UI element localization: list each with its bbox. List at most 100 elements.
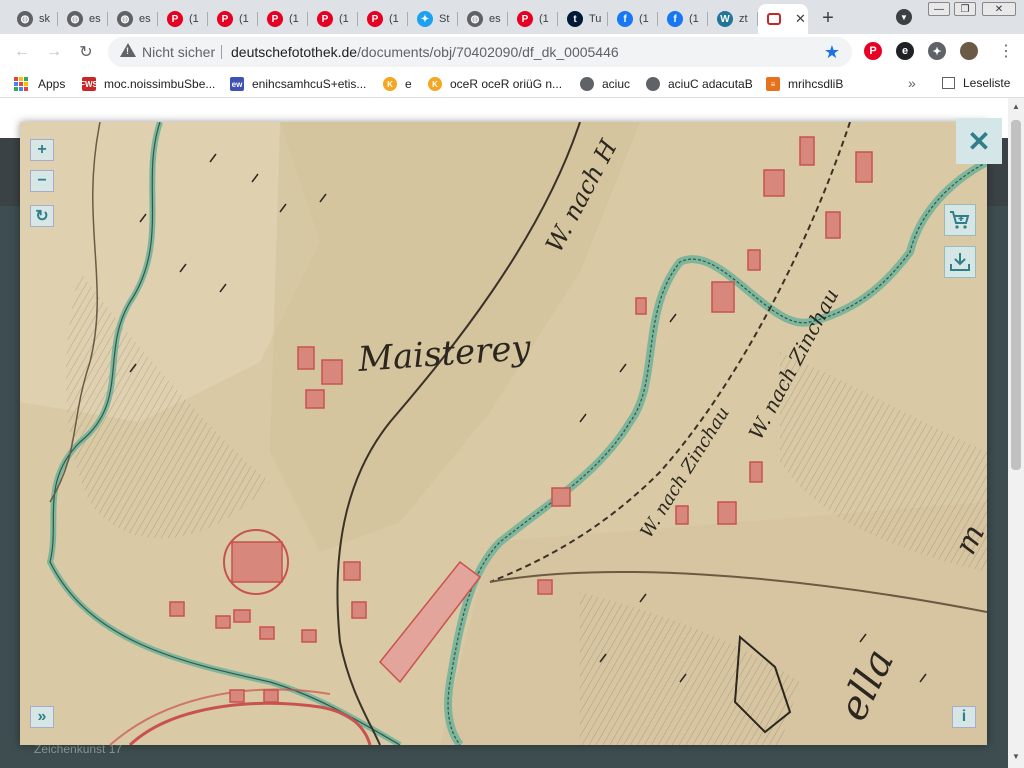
tab-11[interactable]: t Tu: [558, 4, 608, 34]
tab-6[interactable]: P (1: [308, 4, 358, 34]
chrome-menu-icon[interactable]: ⋮: [998, 41, 1014, 61]
tab-0[interactable]: ◍ sk: [8, 4, 58, 34]
pinterest-icon: P: [267, 11, 283, 27]
info-button[interactable]: i: [952, 706, 976, 728]
zoom-out-button[interactable]: −: [30, 170, 54, 192]
tab-10[interactable]: P (1: [508, 4, 558, 34]
bookmark-label: Apps: [38, 77, 66, 91]
scroll-up-icon[interactable]: ▲: [1012, 102, 1020, 111]
tab-12[interactable]: f (1: [608, 4, 658, 34]
tab-label: (1: [639, 13, 649, 25]
download-button[interactable]: [944, 246, 976, 278]
pinterest-icon: P: [167, 11, 183, 27]
back-button[interactable]: ←: [10, 40, 34, 64]
k-icon: K: [428, 77, 442, 91]
scroll-thumb[interactable]: [1011, 120, 1021, 470]
warning-icon[interactable]: [120, 43, 136, 57]
facebook-icon: f: [617, 11, 633, 27]
tab-label: es: [139, 13, 151, 25]
tab-9[interactable]: ◍ es: [458, 4, 508, 34]
tab-5[interactable]: P (1: [258, 4, 308, 34]
ext-e-icon[interactable]: e: [896, 42, 914, 60]
bookmark-item-4[interactable]: aciuc: [580, 76, 630, 92]
bookmark-item-6[interactable]: ≡ mrihcsdliB: [766, 76, 843, 92]
tab-label: (1: [339, 13, 349, 25]
globe-icon: ◍: [117, 11, 133, 27]
pinterest-icon: P: [217, 11, 233, 27]
historic-map-image[interactable]: [20, 122, 987, 745]
tab-active-deutsche-fotothek[interactable]: ✕: [758, 4, 808, 34]
url-path: /documents/obj/70402090/df_dk_0005446: [357, 44, 619, 60]
page-scrollbar[interactable]: ▲ ▼: [1008, 98, 1024, 768]
minimize-button[interactable]: —: [928, 2, 950, 16]
globe-icon: [580, 77, 594, 91]
tab-2[interactable]: ◍ es: [108, 4, 158, 34]
tab-8[interactable]: ✦ St: [408, 4, 458, 34]
reading-list-label: Leseliste: [963, 76, 1011, 90]
restore-button[interactable]: ❐: [954, 2, 976, 16]
reload-button[interactable]: ↻: [74, 40, 98, 64]
tab-3[interactable]: P (1: [158, 4, 208, 34]
tab-4[interactable]: P (1: [208, 4, 258, 34]
download-icon: [950, 253, 970, 271]
tab-search-button[interactable]: ▼: [896, 9, 912, 25]
tab-label: sk: [39, 13, 50, 25]
pinterest-icon: P: [517, 11, 533, 27]
reading-list-icon: [942, 77, 955, 89]
orange-icon: ≡: [766, 77, 780, 91]
puzzle-icon[interactable]: ✦: [928, 42, 946, 60]
tab-label: Tu: [589, 13, 602, 25]
close-tab-icon[interactable]: ✕: [795, 11, 806, 27]
rotate-button[interactable]: ↻: [30, 205, 54, 227]
bookmark-star-icon[interactable]: ★: [824, 42, 840, 63]
profile-avatar[interactable]: [960, 42, 978, 60]
zoom-in-button[interactable]: +: [30, 139, 54, 161]
tab-14[interactable]: Wzt: [708, 4, 758, 34]
bookmark-label: moc.noissimbuSbe...: [104, 77, 216, 91]
expand-panel-button[interactable]: »: [30, 706, 54, 728]
bookmark-apps[interactable]: Apps: [14, 76, 65, 92]
tumblr-icon: t: [567, 11, 583, 27]
globe-icon: ◍: [467, 11, 483, 27]
bookmark-item-5[interactable]: aciuC adacutaB: [646, 76, 753, 92]
tab-13[interactable]: f (1: [658, 4, 708, 34]
apps-grid-icon: [14, 77, 28, 91]
tab-1[interactable]: ◍ es: [58, 4, 108, 34]
add-to-cart-button[interactable]: [944, 204, 976, 236]
address-bar[interactable]: Nicht sicher deutschefotothek.de/documen…: [108, 37, 852, 67]
scroll-down-icon[interactable]: ▼: [1012, 752, 1020, 761]
forward-button[interactable]: →: [42, 40, 66, 64]
tab-label: (1: [289, 13, 299, 25]
tab-label: (1: [239, 13, 249, 25]
pinterest-ext-icon[interactable]: P: [864, 42, 882, 60]
globe-icon: ◍: [17, 11, 33, 27]
bookmark-label: oceR oceR oriüG n...: [450, 77, 563, 91]
image-viewer[interactable]: Maisterey W. nach H W. nach Zinchau W. n…: [20, 122, 987, 745]
facebook-icon: f: [667, 11, 683, 27]
bookmark-item-3[interactable]: KoceR oceR oriüG n...: [428, 76, 562, 92]
bookmark-label: aciuC adacutaB: [668, 77, 753, 91]
security-status[interactable]: Nicht sicher: [142, 44, 215, 60]
fws-icon: FWS: [80, 77, 98, 91]
bookmark-label: enihcsamhcuS+etis...: [252, 77, 367, 91]
bookmark-item-0[interactable]: FWS moc.noissimbuSbe...: [80, 76, 216, 92]
close-viewer-button[interactable]: ✕: [956, 118, 1002, 164]
more-bookmarks-icon[interactable]: »: [908, 75, 916, 91]
tab-label: (1: [689, 13, 699, 25]
bookmark-label: mrihcsdliB: [788, 77, 844, 91]
tab-7[interactable]: P (1: [358, 4, 408, 34]
bookmark-label: aciuc: [602, 77, 631, 91]
new-tab-button[interactable]: +: [816, 6, 840, 30]
deutsche-fotothek-icon: [767, 13, 781, 25]
bookmark-item-2[interactable]: Ke: [383, 76, 412, 92]
reading-list-button[interactable]: Leseliste: [942, 76, 1010, 90]
bookmark-item-1[interactable]: ew enihcsamhcuS+etis...: [230, 76, 366, 92]
tab-label: (1: [539, 13, 549, 25]
pinterest-icon: P: [367, 11, 383, 27]
k-icon: K: [383, 77, 397, 91]
tab-label: (1: [189, 13, 199, 25]
url-text[interactable]: deutschefotothek.de/documents/obj/704020…: [231, 44, 619, 60]
tab-label: zt: [739, 13, 748, 25]
window-close-button[interactable]: ✕: [982, 2, 1016, 16]
tab-label: (1: [389, 13, 399, 25]
